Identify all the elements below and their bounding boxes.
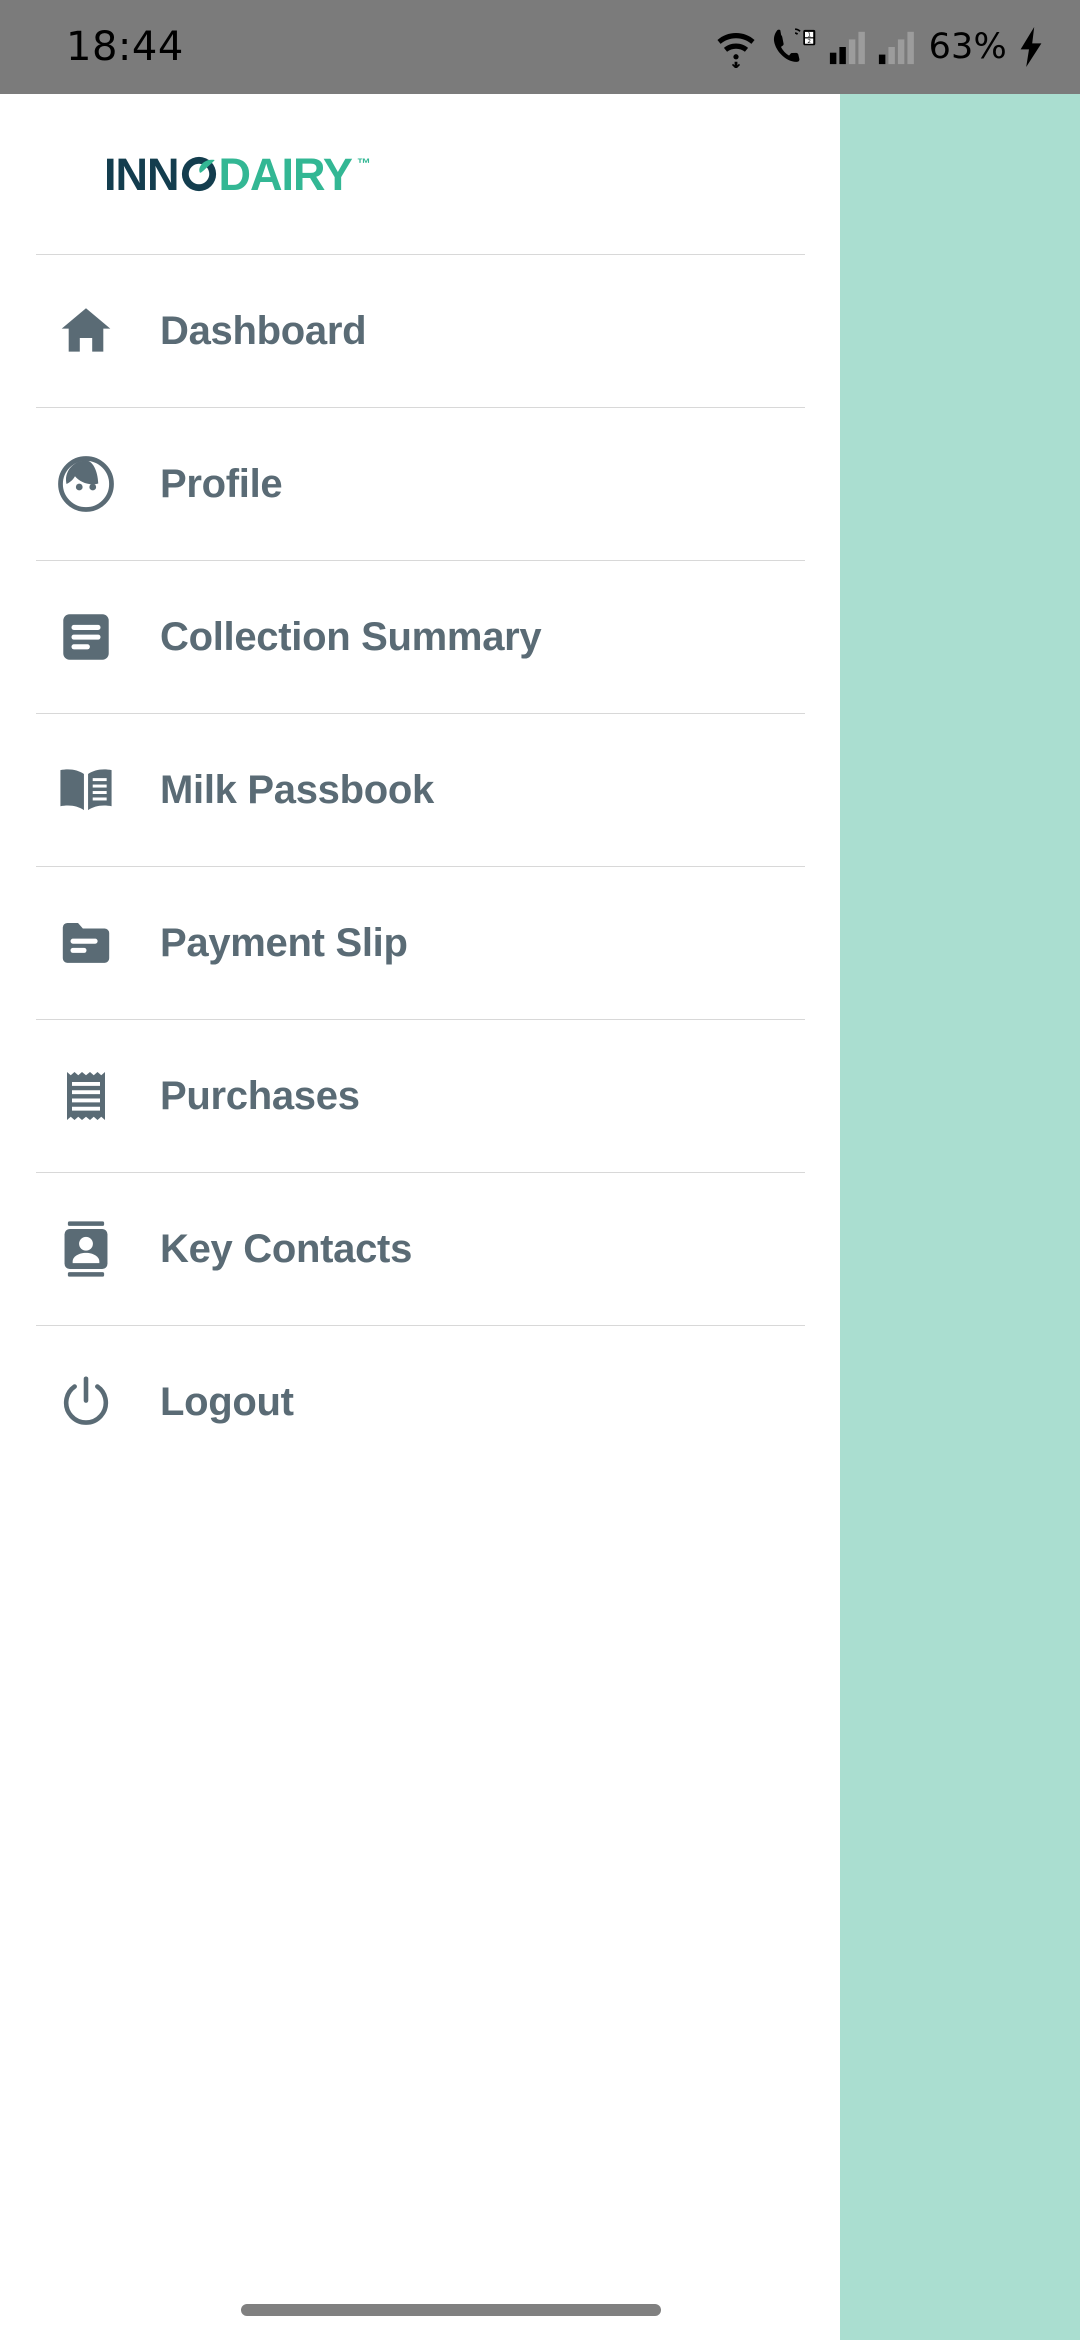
logo-trademark: ™ bbox=[356, 154, 371, 171]
home-gesture-bar[interactable] bbox=[241, 2304, 661, 2316]
navigation-drawer: INN DAIRY ™ Dashboard Profile Collection… bbox=[0, 94, 840, 2340]
drawer-item-label: Key Contacts bbox=[160, 1226, 413, 1271]
drawer-item-label: Collection Summary bbox=[160, 614, 542, 659]
signal-sim1-icon bbox=[828, 27, 866, 67]
article-lines-icon bbox=[52, 603, 120, 671]
drawer-item-label: Dashboard bbox=[160, 308, 367, 353]
drawer-item-milk-passbook[interactable]: Milk Passbook bbox=[0, 714, 840, 866]
drawer-item-payment-slip[interactable]: Payment Slip bbox=[0, 867, 840, 1019]
status-bar-indicators: 1 2 63% bbox=[714, 26, 1044, 68]
drawer-scrim-overlay[interactable] bbox=[840, 94, 1080, 2340]
drawer-item-label: Purchases bbox=[160, 1073, 360, 1118]
status-bar-clock: 18:44 bbox=[66, 24, 184, 70]
drawer-item-profile[interactable]: Profile bbox=[0, 408, 840, 560]
home-icon bbox=[52, 297, 120, 365]
app-logo-header: INN DAIRY ™ bbox=[0, 94, 840, 254]
user-face-icon bbox=[52, 450, 120, 518]
drawer-item-label: Profile bbox=[160, 461, 283, 506]
innodairy-logo: INN DAIRY ™ bbox=[104, 148, 371, 200]
open-book-icon bbox=[52, 756, 120, 824]
logo-text-dairy: DAIRY bbox=[218, 148, 353, 200]
receipt-icon bbox=[52, 1062, 120, 1130]
drawer-item-purchases[interactable]: Purchases bbox=[0, 1020, 840, 1172]
drawer-item-collection-summary[interactable]: Collection Summary bbox=[0, 561, 840, 713]
logo-text-inn: INN bbox=[104, 148, 179, 200]
contact-card-icon bbox=[52, 1215, 120, 1283]
power-icon bbox=[52, 1368, 120, 1436]
drawer-item-label: Milk Passbook bbox=[160, 767, 434, 812]
battery-percent-label: 63% bbox=[928, 27, 1007, 67]
drawer-item-key-contacts[interactable]: Key Contacts bbox=[0, 1173, 840, 1325]
signal-sim2-icon bbox=[877, 27, 915, 67]
drawer-item-logout[interactable]: Logout bbox=[0, 1326, 840, 1478]
call-sim-icon: 1 2 bbox=[769, 26, 817, 68]
folder-icon bbox=[52, 909, 120, 977]
logo-leaf-circle-icon bbox=[180, 155, 218, 193]
phone-screen: 18:44 1 2 63% INN DAIRY ™ Dashboard Prof… bbox=[0, 0, 1080, 2340]
drawer-item-dashboard[interactable]: Dashboard bbox=[0, 255, 840, 407]
drawer-item-label: Payment Slip bbox=[160, 920, 408, 965]
charging-bolt-icon bbox=[1018, 27, 1044, 67]
drawer-item-label: Logout bbox=[160, 1379, 294, 1424]
wifi-icon bbox=[714, 26, 758, 68]
status-bar: 18:44 1 2 63% bbox=[0, 0, 1080, 94]
svg-text:1: 1 bbox=[807, 33, 811, 39]
svg-text:2: 2 bbox=[807, 39, 811, 45]
